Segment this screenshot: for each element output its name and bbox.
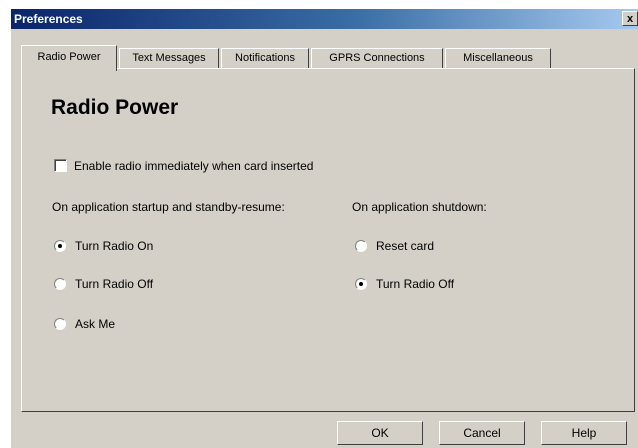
tab-label: GPRS Connections [329, 52, 425, 64]
radio-startup-turn-off[interactable] [54, 278, 66, 290]
enable-radio-label[interactable]: Enable radio immediately when card inser… [74, 159, 313, 173]
radio-shutdown-reset-card-label[interactable]: Reset card [376, 239, 434, 253]
radio-shutdown-turn-off-label[interactable]: Turn Radio Off [376, 277, 454, 291]
tab-radio-power[interactable]: Radio Power [21, 45, 117, 71]
panel-title: Radio Power [51, 96, 179, 119]
window-title: Preferences [14, 12, 83, 26]
radio-startup-turn-on[interactable] [54, 240, 66, 252]
tab-gprs-connections[interactable]: GPRS Connections [311, 48, 443, 69]
ok-button[interactable]: OK [337, 421, 423, 445]
close-button[interactable]: x [622, 11, 638, 26]
tab-label: Text Messages [132, 52, 206, 64]
startup-group-label: On application startup and standby-resum… [52, 200, 285, 214]
radio-shutdown-reset-card[interactable] [355, 240, 367, 252]
tab-text-messages[interactable]: Text Messages [119, 48, 219, 69]
tab-miscellaneous[interactable]: Miscellaneous [445, 48, 551, 69]
tab-label: Notifications [235, 52, 295, 64]
tab-notifications[interactable]: Notifications [221, 48, 309, 69]
title-bar[interactable]: Preferences x [11, 9, 638, 29]
cancel-button[interactable]: Cancel [439, 421, 525, 445]
radio-power-panel: Radio Power Enable radio immediately whe… [21, 68, 635, 412]
enable-radio-checkbox[interactable] [54, 159, 67, 172]
close-icon: x [626, 13, 634, 25]
radio-startup-ask-me[interactable] [54, 318, 66, 330]
radio-startup-ask-me-label[interactable]: Ask Me [75, 317, 115, 331]
shutdown-group-label: On application shutdown: [352, 200, 487, 214]
tab-label: Radio Power [37, 51, 101, 63]
help-button[interactable]: Help [541, 421, 627, 445]
radio-startup-turn-off-label[interactable]: Turn Radio Off [75, 277, 153, 291]
tab-label: Miscellaneous [463, 52, 533, 64]
preferences-window: Preferences x Radio Power Text Messages … [10, 8, 638, 448]
radio-shutdown-turn-off[interactable] [355, 278, 367, 290]
radio-startup-turn-on-label[interactable]: Turn Radio On [75, 239, 153, 253]
